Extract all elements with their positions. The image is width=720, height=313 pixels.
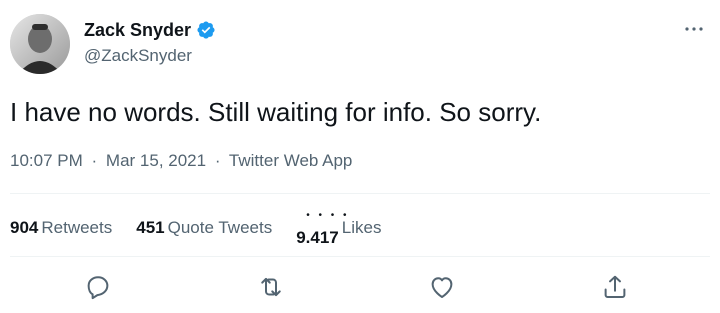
likes-stat[interactable]: • • • • 9.417Likes bbox=[296, 210, 382, 247]
divider bbox=[10, 193, 710, 194]
meta-separator: · bbox=[214, 151, 221, 170]
quote-tweets-stat[interactable]: 451 Quote Tweets bbox=[136, 217, 272, 239]
author-info: Zack Snyder @ZackSnyder bbox=[84, 18, 216, 67]
author-handle[interactable]: @ZackSnyder bbox=[84, 45, 216, 67]
avatar[interactable] bbox=[10, 14, 70, 74]
retweet-icon[interactable] bbox=[256, 272, 286, 302]
tweet-card: Zack Snyder @ZackSnyder I have no words.… bbox=[0, 0, 720, 313]
likes-count: 9.417 bbox=[296, 228, 339, 247]
tweet-stats: 904 Retweets 451 Quote Tweets • • • • 9.41… bbox=[10, 210, 405, 247]
share-icon[interactable] bbox=[600, 272, 630, 302]
quote-tweets-label: Quote Tweets bbox=[167, 218, 273, 237]
tweet-source[interactable]: Twitter Web App bbox=[229, 151, 352, 170]
quote-tweets-count: 451 bbox=[136, 218, 165, 237]
tweet-meta: 10:07 PM · Mar 15, 2021 · Twitter Web Ap… bbox=[10, 150, 352, 172]
display-name[interactable]: Zack Snyder bbox=[84, 18, 191, 42]
tweet-time[interactable]: 10:07 PM bbox=[10, 151, 83, 170]
retweets-stat[interactable]: 904 Retweets bbox=[10, 217, 112, 239]
tweet-text: I have no words. Still waiting for info.… bbox=[10, 97, 542, 127]
likes-label: Likes bbox=[341, 218, 382, 237]
tweet-date[interactable]: Mar 15, 2021 bbox=[106, 151, 206, 170]
more-options-icon[interactable] bbox=[682, 17, 706, 41]
name-row: Zack Snyder bbox=[84, 18, 216, 42]
retweets-count: 904 bbox=[10, 218, 39, 237]
like-icon[interactable] bbox=[427, 272, 457, 302]
tweet-actions bbox=[0, 268, 720, 308]
verified-badge-icon bbox=[196, 20, 216, 40]
divider bbox=[10, 256, 710, 257]
meta-separator: · bbox=[91, 151, 98, 170]
avatar-image bbox=[10, 14, 70, 74]
reply-icon[interactable] bbox=[83, 272, 113, 302]
retweets-label: Retweets bbox=[41, 218, 113, 237]
